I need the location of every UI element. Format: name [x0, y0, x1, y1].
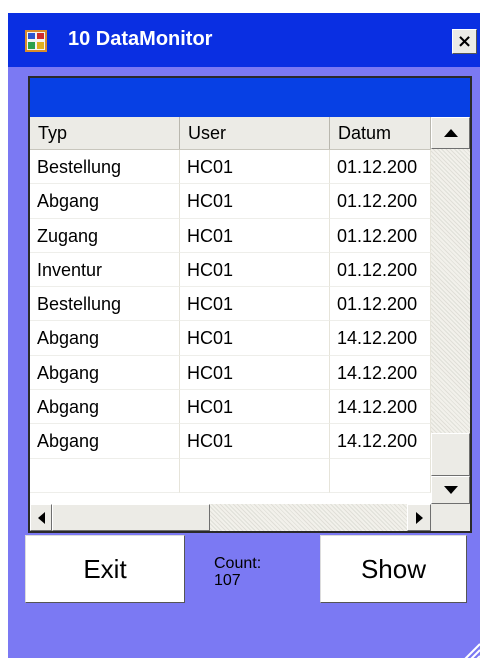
data-grid[interactable]: Typ User Datum Bestellung HC01 01.12.200…	[28, 76, 472, 533]
arrow-left-icon	[37, 511, 45, 524]
count-value: 107	[214, 572, 241, 589]
cell-datum[interactable]: 01.12.200	[330, 218, 431, 253]
scroll-left-button[interactable]	[30, 504, 52, 531]
cell-typ[interactable]: Bestellung	[30, 150, 180, 185]
grid-rows: Bestellung HC01 01.12.200 Abgang HC01 01…	[30, 150, 431, 493]
cell-user[interactable]: HC01	[180, 252, 330, 288]
count-display: Count: 107	[214, 555, 261, 589]
grid-caption-bar	[30, 78, 470, 117]
cell-user[interactable]: HC01	[180, 218, 330, 253]
cell-typ[interactable]: Bestellung	[30, 287, 180, 322]
cell-user[interactable]: HC01	[180, 150, 330, 185]
table-row[interactable]: Abgang HC01 14.12.200	[30, 390, 431, 425]
table-row[interactable]: Abgang HC01 14.12.200	[30, 424, 431, 459]
scroll-corner	[431, 504, 470, 531]
column-header-user[interactable]: User	[180, 117, 330, 149]
scroll-thumb-horizontal[interactable]	[52, 504, 210, 531]
cell-empty[interactable]	[180, 458, 330, 493]
table-row[interactable]: Abgang HC01 14.12.200	[30, 355, 431, 391]
close-icon: ×	[456, 31, 473, 52]
scroll-up-button[interactable]	[431, 117, 470, 149]
cell-empty[interactable]	[30, 458, 180, 493]
count-label: Count:	[214, 555, 262, 572]
scroll-thumb-vertical[interactable]	[431, 433, 470, 476]
title-bar[interactable]: 10 DataMonitor ×	[8, 13, 480, 67]
column-header-row: Typ User Datum	[30, 117, 431, 150]
cell-empty[interactable]	[330, 458, 431, 493]
cell-datum[interactable]: 14.12.200	[330, 355, 431, 391]
close-button[interactable]: ×	[452, 29, 477, 54]
arrow-up-icon	[443, 129, 458, 137]
app-icon	[25, 30, 47, 52]
arrow-right-icon	[415, 511, 423, 524]
show-button[interactable]: Show	[320, 535, 467, 603]
cell-user[interactable]: HC01	[180, 355, 330, 391]
cell-typ[interactable]: Abgang	[30, 390, 180, 425]
scroll-right-button[interactable]	[407, 504, 431, 531]
column-header-typ[interactable]: Typ	[30, 117, 180, 149]
cell-typ[interactable]: Abgang	[30, 355, 180, 391]
cell-datum[interactable]: 01.12.200	[330, 150, 431, 185]
exit-button[interactable]: Exit	[25, 535, 185, 603]
cell-user[interactable]: HC01	[180, 184, 330, 219]
cell-datum[interactable]: 14.12.200	[330, 390, 431, 425]
column-header-datum[interactable]: Datum	[330, 117, 431, 149]
cell-typ[interactable]: Abgang	[30, 184, 180, 219]
data-monitor-window: 10 DataMonitor × Typ User Datum Bestellu…	[8, 13, 481, 661]
cell-datum[interactable]: 01.12.200	[330, 184, 431, 219]
window-title: 10 DataMonitor	[68, 28, 213, 50]
cell-typ[interactable]: Abgang	[30, 321, 180, 356]
cell-datum[interactable]: 01.12.200	[330, 287, 431, 322]
vertical-scrollbar[interactable]	[431, 117, 470, 504]
table-row[interactable]: Bestellung HC01 01.12.200	[30, 287, 431, 322]
cell-user[interactable]: HC01	[180, 424, 330, 459]
cell-typ[interactable]: Abgang	[30, 424, 180, 459]
cell-datum[interactable]: 01.12.200	[330, 252, 431, 288]
table-row[interactable]: Bestellung HC01 01.12.200	[30, 150, 431, 185]
cell-typ[interactable]: Zugang	[30, 218, 180, 253]
cell-user[interactable]: HC01	[180, 321, 330, 356]
cell-user[interactable]: HC01	[180, 390, 330, 425]
resize-grip-icon[interactable]	[460, 640, 482, 662]
table-row[interactable]: Abgang HC01 01.12.200	[30, 184, 431, 219]
cell-user[interactable]: HC01	[180, 287, 330, 322]
horizontal-scrollbar[interactable]	[30, 504, 431, 531]
arrow-down-icon	[443, 486, 458, 494]
table-row-empty[interactable]	[30, 458, 431, 493]
table-row[interactable]: Inventur HC01 01.12.200	[30, 252, 431, 288]
cell-datum[interactable]: 14.12.200	[330, 424, 431, 459]
table-row[interactable]: Abgang HC01 14.12.200	[30, 321, 431, 356]
table-row[interactable]: Zugang HC01 01.12.200	[30, 218, 431, 253]
cell-typ[interactable]: Inventur	[30, 252, 180, 288]
scroll-down-button[interactable]	[431, 476, 470, 504]
cell-datum[interactable]: 14.12.200	[330, 321, 431, 356]
